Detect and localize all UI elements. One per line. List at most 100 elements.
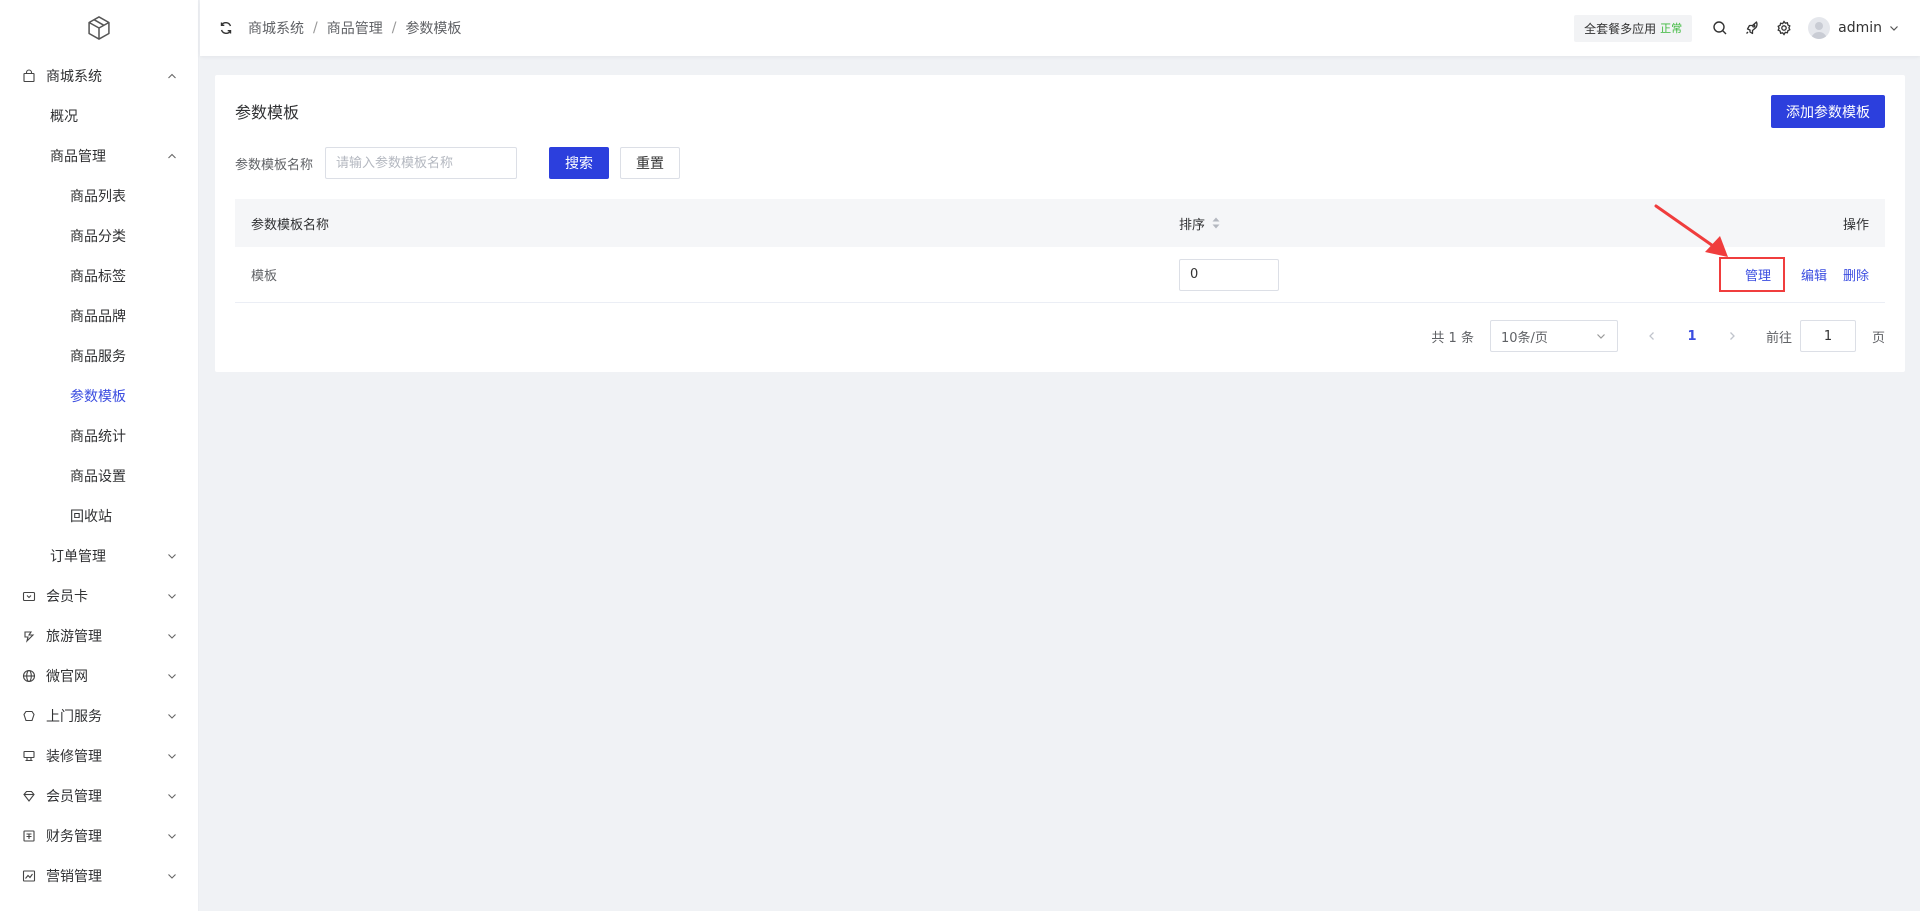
chevron-down-icon bbox=[168, 634, 176, 639]
service-icon bbox=[22, 709, 36, 723]
sidebar-item-member-management[interactable]: 会员管理 bbox=[0, 776, 198, 816]
breadcrumb-item-product-management[interactable]: 商品管理 bbox=[327, 18, 383, 38]
sidebar-item-label: 财务管理 bbox=[46, 829, 102, 845]
sidebar-item-label: 商品设置 bbox=[70, 469, 126, 485]
sidebar-item-label: 商品服务 bbox=[70, 349, 126, 365]
header-actions: 全套餐多应用 正常 admin bbox=[1574, 0, 1900, 56]
sidebar-item-label: 商城系统 bbox=[46, 69, 102, 85]
filter-bar: 参数模板名称 搜索 重置 bbox=[235, 147, 681, 179]
sidebar-item-label: 旅游管理 bbox=[46, 629, 102, 645]
sidebar-item-home-service[interactable]: 上门服务 bbox=[0, 696, 198, 736]
table-header: 参数模板名称 排序 操作 bbox=[235, 199, 1885, 247]
sidebar-item-recycle-bin[interactable]: 回收站 bbox=[0, 496, 198, 536]
chevron-down-icon[interactable] bbox=[1888, 22, 1900, 34]
sidebar-item-decoration[interactable]: 装修管理 bbox=[0, 736, 198, 776]
edit-link[interactable]: 编辑 bbox=[1801, 265, 1827, 284]
top-header: 商城系统 / 商品管理 / 参数模板 全套餐多应用 正常 admin bbox=[200, 0, 1920, 56]
sidebar-item-product-settings[interactable]: 商品设置 bbox=[0, 456, 198, 496]
cell-template-name: 模板 bbox=[251, 269, 278, 284]
cell-actions: 管理 编辑 删除 bbox=[1679, 257, 1885, 292]
sidebar-item-micro-site[interactable]: 微官网 bbox=[0, 656, 198, 696]
delete-link[interactable]: 删除 bbox=[1843, 265, 1869, 284]
sidebar-item-label: 商品列表 bbox=[70, 189, 126, 205]
page-size-select[interactable]: 10条/页 bbox=[1489, 320, 1618, 352]
pagination-total: 共 1 条 bbox=[1431, 330, 1474, 346]
chevron-down-icon bbox=[168, 674, 176, 679]
chevron-down-icon bbox=[168, 794, 176, 799]
sidebar-item-product-category[interactable]: 商品分类 bbox=[0, 216, 198, 256]
column-header-sort[interactable]: 排序 bbox=[1179, 214, 1679, 233]
sort-caret-icon[interactable] bbox=[1211, 216, 1221, 230]
sidebar-item-label: 装修管理 bbox=[46, 749, 102, 765]
logo[interactable] bbox=[0, 0, 198, 56]
sidebar-item-label: 商品统计 bbox=[70, 429, 126, 445]
chart-line-icon bbox=[22, 869, 36, 883]
diamond-icon bbox=[22, 789, 36, 803]
search-button[interactable]: 搜索 bbox=[549, 147, 610, 179]
search-icon[interactable] bbox=[1712, 20, 1728, 36]
next-page-button[interactable] bbox=[1722, 326, 1742, 346]
reset-button[interactable]: 重置 bbox=[620, 147, 681, 179]
globe-icon bbox=[22, 669, 36, 683]
plan-badge[interactable]: 全套餐多应用 正常 bbox=[1574, 14, 1693, 42]
sidebar: 商城系统 概况 商品管理 商品列表 商品分类 商品标签 商品品牌 商品服务 参数… bbox=[0, 0, 199, 911]
chevron-up-icon bbox=[168, 73, 176, 79]
sidebar-item-finance[interactable]: 财务管理 bbox=[0, 816, 198, 856]
breadcrumb-item-mall-system[interactable]: 商城系统 bbox=[248, 18, 304, 38]
param-template-card: 参数模板 添加参数模板 参数模板名称 搜索 重置 参数模板名称 排序 操作 模板… bbox=[215, 75, 1905, 372]
chevron-down-icon bbox=[168, 714, 176, 719]
manage-link[interactable]: 管理 bbox=[1718, 257, 1785, 292]
page-number-current[interactable]: 1 bbox=[1676, 329, 1708, 344]
chevron-up-icon bbox=[168, 153, 176, 159]
cell-sort bbox=[1179, 258, 1679, 291]
sidebar-item-marketing[interactable]: 营销管理 bbox=[0, 856, 198, 896]
chevron-down-icon bbox=[168, 594, 176, 599]
goto-page-input[interactable] bbox=[1799, 320, 1856, 352]
sidebar-item-product-stats[interactable]: 商品统计 bbox=[0, 416, 198, 456]
sidebar-item-label: 概况 bbox=[50, 109, 78, 125]
card-icon bbox=[22, 589, 36, 603]
page-title: 参数模板 bbox=[235, 103, 300, 122]
username[interactable]: admin bbox=[1838, 20, 1882, 36]
sort-order-input[interactable] bbox=[1179, 258, 1279, 291]
filter-label: 参数模板名称 bbox=[235, 157, 314, 173]
sidebar-item-travel[interactable]: 旅游管理 bbox=[0, 616, 198, 656]
sidebar-item-label: 会员管理 bbox=[46, 789, 102, 805]
breadcrumb-item-param-template: 参数模板 bbox=[405, 21, 462, 37]
sidebar-item-product-tags[interactable]: 商品标签 bbox=[0, 256, 198, 296]
sidebar-item-product-service[interactable]: 商品服务 bbox=[0, 336, 198, 376]
table-row: 模板 管理 编辑 删除 bbox=[235, 247, 1885, 303]
rocket-icon[interactable] bbox=[1744, 20, 1760, 36]
refresh-icon[interactable] bbox=[218, 20, 234, 36]
sidebar-item-label: 营销管理 bbox=[46, 869, 102, 885]
chevron-down-icon bbox=[1597, 334, 1605, 339]
chevron-right-icon bbox=[1730, 332, 1735, 340]
sidebar-item-label: 商品分类 bbox=[70, 229, 126, 245]
sidebar-item-overview[interactable]: 概况 bbox=[0, 96, 198, 136]
user-avatar-icon bbox=[1811, 22, 1828, 39]
column-header-sort-label: 排序 bbox=[1179, 217, 1206, 233]
sidebar-item-product-brand[interactable]: 商品品牌 bbox=[0, 296, 198, 336]
finance-icon bbox=[22, 829, 36, 843]
sidebar-item-member-card[interactable]: 会员卡 bbox=[0, 576, 198, 616]
sidebar-item-mall-system[interactable]: 商城系统 bbox=[0, 56, 198, 96]
sidebar-item-product-list[interactable]: 商品列表 bbox=[0, 176, 198, 216]
sidebar-item-param-template[interactable]: 参数模板 bbox=[0, 376, 198, 416]
sidebar-item-label: 上门服务 bbox=[46, 709, 102, 725]
sidebar-item-label: 回收站 bbox=[70, 509, 112, 525]
column-header-actions: 操作 bbox=[1842, 217, 1869, 233]
goto-label: 前往 bbox=[1765, 330, 1792, 346]
sidebar-menu: 商城系统 概况 商品管理 商品列表 商品分类 商品标签 商品品牌 商品服务 参数… bbox=[0, 56, 198, 896]
travel-icon bbox=[22, 629, 36, 643]
sidebar-item-label: 商品管理 bbox=[50, 149, 106, 165]
prev-page-button[interactable] bbox=[1642, 326, 1662, 346]
sidebar-item-order-management[interactable]: 订单管理 bbox=[0, 536, 198, 576]
plan-status: 正常 bbox=[1660, 22, 1683, 35]
gear-icon[interactable] bbox=[1776, 20, 1792, 36]
add-param-template-button[interactable]: 添加参数模板 bbox=[1771, 95, 1885, 128]
pagination: 共 1 条 10条/页 1 前往 页 bbox=[1431, 320, 1885, 352]
plan-name: 全套餐多应用 bbox=[1584, 21, 1657, 36]
template-name-input[interactable] bbox=[325, 147, 518, 179]
avatar[interactable] bbox=[1808, 17, 1831, 39]
sidebar-item-product-management[interactable]: 商品管理 bbox=[0, 136, 198, 176]
